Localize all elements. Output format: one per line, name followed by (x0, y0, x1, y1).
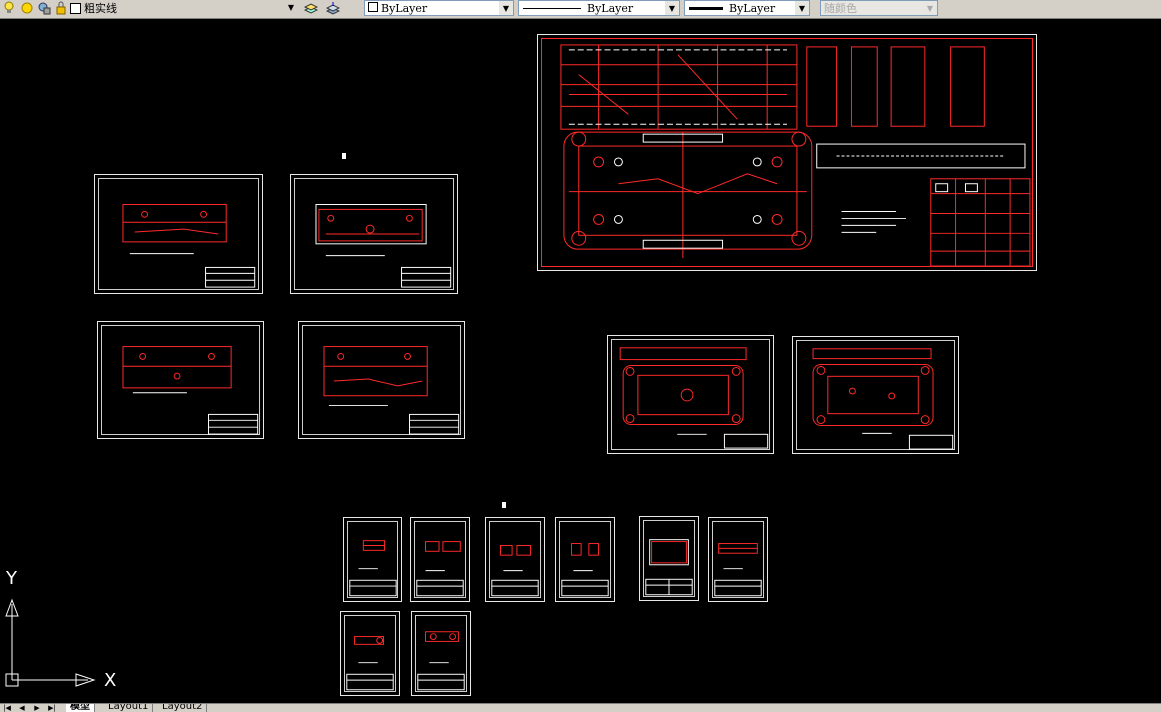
properties-toolbar: 粗实线 ▼ ByLayer ▼ ByLayer ▼ ByLayer ▼ 随颜色 … (0, 0, 1161, 19)
assembly-drawing-graphics (560, 44, 1031, 267)
detail-drawing-graphics (491, 544, 539, 597)
lineweight-preview (689, 6, 723, 10)
plate-drawing-sheet[interactable] (607, 335, 774, 454)
detail-drawing-sheet[interactable] (410, 517, 470, 602)
point-marker (502, 502, 506, 508)
layer-thaw-sun-icon[interactable] (20, 1, 34, 15)
detail-drawing-graphics (561, 543, 609, 597)
plotstyle-value: 随颜色 (824, 2, 857, 15)
detail-drawing-sheet[interactable] (340, 611, 400, 696)
part-drawing-sheet[interactable] (298, 321, 465, 439)
color-swatch-icon (368, 1, 378, 12)
make-object-layer-current-icon[interactable] (304, 1, 318, 15)
detail-drawing-graphics (714, 543, 762, 597)
layer-previous-icon[interactable] (326, 1, 340, 15)
detail-drawing-sheet[interactable] (708, 517, 768, 602)
color-value: ByLayer (381, 1, 428, 15)
detail-drawing-sheet[interactable] (639, 516, 699, 601)
chevron-down-icon: ▼ (923, 1, 937, 15)
detail-drawing-sheet[interactable] (485, 517, 545, 602)
plate-drawing-graphics (812, 348, 954, 450)
part-drawing-graphics (122, 204, 256, 288)
layer-name: 粗实线 (84, 2, 117, 15)
lineweight-value: ByLayer (729, 1, 776, 15)
detail-drawing-graphics (417, 631, 465, 691)
linetype-dropdown[interactable]: ByLayer ▼ (518, 0, 680, 16)
linetype-preview (523, 7, 581, 9)
part-drawing-graphics (122, 346, 259, 435)
detail-drawing-sheet[interactable] (343, 517, 402, 602)
detail-drawing-sheet[interactable] (555, 517, 615, 602)
layer-viewport-icon[interactable] (37, 1, 51, 15)
part-drawing-graphics (323, 346, 460, 435)
ucs-y-label: Y (6, 568, 17, 589)
detail-drawing-graphics (346, 636, 394, 691)
ucs-x-label: X (104, 670, 117, 691)
part-drawing-sheet[interactable] (290, 174, 458, 294)
detail-drawing-graphics (349, 540, 397, 597)
part-drawing-sheet[interactable] (94, 174, 263, 294)
chevron-down-icon[interactable]: ▼ (499, 1, 513, 15)
linetype-value: ByLayer (587, 1, 634, 15)
layer-on-bulb-icon[interactable] (2, 1, 16, 15)
detail-drawing-graphics (645, 539, 693, 596)
lineweight-dropdown[interactable]: ByLayer ▼ (684, 0, 810, 16)
plate-drawing-sheet[interactable] (792, 336, 959, 454)
layer-dropdown[interactable]: 粗实线 ▼ (66, 0, 298, 16)
chevron-down-icon[interactable]: ▼ (284, 0, 298, 14)
assembly-drawing-sheet[interactable] (537, 34, 1037, 271)
color-dropdown[interactable]: ByLayer ▼ (364, 0, 514, 16)
part-drawing-sheet[interactable] (97, 321, 264, 439)
detail-drawing-sheet[interactable] (411, 611, 471, 696)
plotstyle-dropdown: 随颜色 ▼ (820, 0, 938, 16)
point-marker (342, 153, 346, 159)
plate-drawing-graphics (619, 347, 769, 449)
chevron-down-icon[interactable]: ▼ (795, 1, 809, 15)
part-drawing-graphics (315, 204, 452, 288)
chevron-down-icon[interactable]: ▼ (665, 1, 679, 15)
ucs-icon: Y X (0, 560, 140, 700)
detail-drawing-graphics (416, 541, 464, 597)
